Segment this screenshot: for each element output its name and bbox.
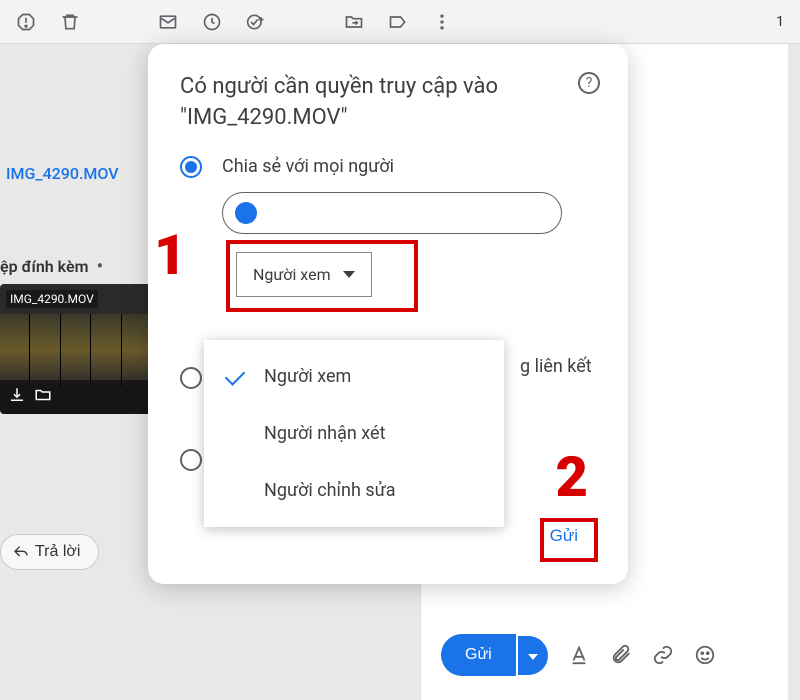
more-icon[interactable] (432, 12, 452, 32)
dialog-title: Có người cần quyền truy cập vào "IMG_429… (180, 72, 566, 134)
option1-label: Chia sẻ với mọi người (222, 156, 394, 177)
save-drive-icon[interactable] (34, 386, 52, 408)
radio-share-people[interactable] (180, 156, 202, 178)
reply-label: Trả lời (35, 543, 80, 561)
move-to-icon[interactable] (344, 12, 364, 32)
permission-dropdown-menu: Người xem Người nhận xét Người chỉnh sửa (204, 340, 504, 527)
option-share-with-people[interactable]: Chia sẻ với mọi người (180, 156, 596, 178)
compose-send-button[interactable]: Gửi (441, 634, 516, 676)
reply-button[interactable]: Trả lời (0, 534, 99, 570)
compose-toolbar: Gửi (441, 634, 768, 676)
delete-icon[interactable] (60, 12, 80, 32)
help-icon[interactable]: ? (578, 72, 600, 94)
permission-selector[interactable]: Người xem (236, 252, 372, 297)
dialog-send-button[interactable]: Gửi (538, 518, 590, 554)
person-avatar-icon (235, 202, 257, 224)
attach-file-icon[interactable] (610, 644, 632, 666)
download-icon[interactable] (8, 386, 26, 408)
email-toolbar: 1 (0, 0, 800, 44)
attachment-thumbnail[interactable]: IMG_4290.MOV (0, 284, 152, 414)
dropdown-item-editor[interactable]: Người chỉnh sửa (204, 462, 504, 519)
thumbnail-filename: IMG_4290.MOV (6, 290, 98, 308)
annotation-number-1: 1 (154, 222, 186, 288)
add-task-icon[interactable] (246, 12, 266, 32)
reply-arrow-icon (13, 544, 29, 560)
attachment-section: ệp đính kèm • (0, 254, 103, 278)
mark-unread-icon[interactable] (158, 12, 178, 32)
option2-partial-label: g liên kết (520, 356, 592, 377)
insert-emoji-icon[interactable] (694, 644, 716, 666)
format-text-icon[interactable] (568, 644, 590, 666)
page-indicator: 1 (776, 14, 784, 30)
people-input[interactable] (222, 192, 562, 234)
annotation-number-2: 2 (556, 444, 588, 510)
snooze-icon[interactable] (202, 12, 222, 32)
options-dot-icon[interactable]: • (96, 254, 103, 278)
radio-link[interactable] (180, 367, 202, 389)
thumbnail-actions (0, 380, 152, 414)
radio-no-share[interactable] (180, 449, 202, 471)
share-permission-dialog: Có người cần quyền truy cập vào "IMG_429… (148, 44, 628, 584)
permission-selected-value: Người xem (253, 265, 331, 284)
dropdown-item-commenter[interactable]: Người nhận xét (204, 405, 504, 462)
attachment-label: ệp đính kèm (0, 257, 88, 276)
dropdown-item-viewer[interactable]: Người xem (204, 348, 504, 405)
compose-send-dropdown[interactable] (518, 636, 548, 675)
spam-icon[interactable] (16, 12, 36, 32)
insert-link-icon[interactable] (652, 644, 674, 666)
labels-icon[interactable] (388, 12, 408, 32)
file-link[interactable]: IMG_4290.MOV (6, 164, 119, 183)
thumbnail-preview (0, 314, 152, 386)
